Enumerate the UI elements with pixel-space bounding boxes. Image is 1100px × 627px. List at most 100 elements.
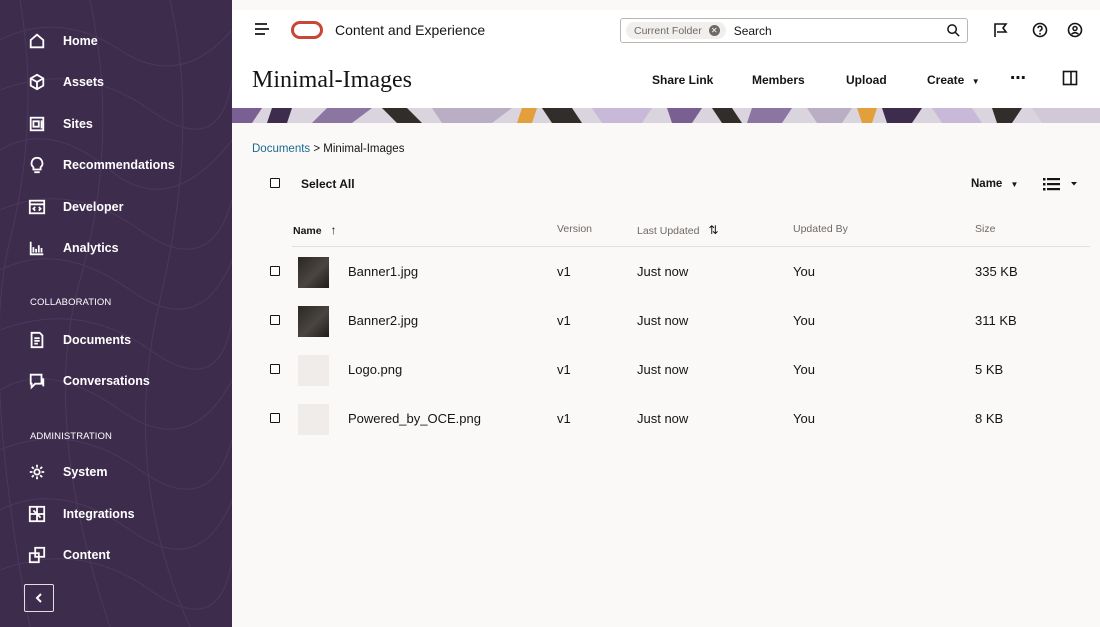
search-box: Current Folder ✕ xyxy=(620,18,968,43)
file-thumbnail[interactable] xyxy=(298,355,329,386)
file-updated-by: You xyxy=(793,264,815,279)
chevron-left-icon xyxy=(35,593,42,603)
bar-chart-icon xyxy=(26,237,48,259)
page-header: Minimal-Images Share Link Members Upload… xyxy=(232,50,1100,108)
file-last-updated: Just now xyxy=(637,313,689,328)
caret-down-icon: ▼ xyxy=(971,77,980,86)
file-thumbnail[interactable] xyxy=(298,257,329,288)
breadcrumb-separator: > xyxy=(313,143,321,155)
sidebar-item-sites[interactable]: Sites xyxy=(26,110,93,138)
file-version: v1 xyxy=(557,411,571,426)
sidebar-item-label: Home xyxy=(63,34,98,48)
file-name[interactable]: Powered_by_OCE.png xyxy=(348,411,481,426)
row-checkbox[interactable] xyxy=(270,315,280,325)
file-size: 8 KB xyxy=(975,411,1004,426)
sites-icon xyxy=(26,113,48,135)
sidebar-item-label: Analytics xyxy=(63,241,119,255)
column-header-last-updated[interactable]: Last Updated ⇅ xyxy=(637,223,718,237)
table-row[interactable]: Logo.png v1 Just now You 5 KB xyxy=(232,350,1100,390)
code-icon xyxy=(26,196,48,218)
column-header-name[interactable]: Name ↑ xyxy=(293,223,337,237)
file-updated-by: You xyxy=(793,411,815,426)
search-scope-chip[interactable]: Current Folder ✕ xyxy=(626,22,726,39)
help-icon[interactable] xyxy=(1031,21,1049,39)
flag-icon[interactable] xyxy=(992,21,1010,39)
breadcrumb-documents-link[interactable]: Documents xyxy=(252,143,310,155)
table-row[interactable]: Banner1.jpg v1 Just now You 335 KB xyxy=(232,252,1100,292)
search-icon[interactable] xyxy=(946,23,961,38)
integrations-icon xyxy=(26,503,48,525)
sidebar-item-conversations[interactable]: Conversations xyxy=(26,367,150,395)
select-all-checkbox[interactable] xyxy=(270,178,280,188)
column-header-size[interactable]: Size xyxy=(975,223,995,235)
sidebar-item-label: Developer xyxy=(63,200,124,214)
file-last-updated: Just now xyxy=(637,362,689,377)
gear-icon xyxy=(26,461,48,483)
sidebar-item-developer[interactable]: Developer xyxy=(26,193,123,221)
select-all-label[interactable]: Select All xyxy=(301,177,355,191)
sidebar-item-label: Documents xyxy=(63,333,132,347)
column-header-updated-by[interactable]: Updated By xyxy=(793,223,848,235)
row-checkbox[interactable] xyxy=(270,266,280,276)
sidebar-item-assets[interactable]: Assets xyxy=(26,68,104,96)
app-title: Content and Experience xyxy=(335,22,486,38)
file-last-updated: Just now xyxy=(637,411,689,426)
members-button[interactable]: Members xyxy=(752,73,805,87)
hamburger-menu-icon[interactable] xyxy=(254,21,270,37)
sort-toggle-icon: ⇅ xyxy=(708,223,719,237)
create-label: Create xyxy=(927,73,965,87)
search-scope-label: Current Folder xyxy=(634,24,702,37)
home-icon xyxy=(26,30,48,52)
collapse-sidebar-button[interactable] xyxy=(24,584,54,612)
sidebar-item-documents[interactable]: Documents xyxy=(26,326,131,354)
list-view-icon[interactable] xyxy=(1042,175,1082,193)
file-thumbnail[interactable] xyxy=(298,404,329,435)
upload-button[interactable]: Upload xyxy=(846,73,887,87)
row-checkbox[interactable] xyxy=(270,413,280,423)
sidebar: Home Assets Sites Recommendations Develo… xyxy=(0,0,232,627)
panel-toggle-icon[interactable] xyxy=(1062,70,1078,86)
user-profile-icon[interactable] xyxy=(1066,21,1084,39)
document-icon xyxy=(26,329,48,351)
file-size: 5 KB xyxy=(975,362,1004,377)
sidebar-item-label: Sites xyxy=(63,117,93,131)
file-version: v1 xyxy=(557,362,571,377)
file-name[interactable]: Logo.png xyxy=(348,362,402,377)
file-name[interactable]: Banner2.jpg xyxy=(348,313,418,328)
sidebar-item-system[interactable]: System xyxy=(26,458,107,486)
row-checkbox[interactable] xyxy=(270,364,280,374)
sidebar-item-analytics[interactable]: Analytics xyxy=(26,234,119,262)
sidebar-item-integrations[interactable]: Integrations xyxy=(26,500,135,528)
column-header-version[interactable]: Version xyxy=(557,223,592,235)
sidebar-item-label: Assets xyxy=(63,75,104,89)
sidebar-item-label: Integrations xyxy=(63,507,135,521)
conversation-icon xyxy=(26,370,48,392)
file-thumbnail[interactable] xyxy=(298,306,329,337)
create-button[interactable]: Create ▼ xyxy=(927,73,980,87)
sidebar-item-content[interactable]: Content xyxy=(26,541,110,569)
content-icon xyxy=(26,544,48,566)
sidebar-item-label: Recommendations xyxy=(63,158,175,172)
file-updated-by: You xyxy=(793,362,815,377)
sort-dropdown[interactable]: Name ▼ xyxy=(971,178,1018,190)
file-last-updated: Just now xyxy=(637,264,689,279)
table-row[interactable]: Powered_by_OCE.png v1 Just now You 8 KB xyxy=(232,399,1100,439)
more-options-icon[interactable]: ⋯ xyxy=(1010,68,1027,88)
search-input[interactable] xyxy=(733,23,934,38)
file-version: v1 xyxy=(557,313,571,328)
column-header-label: Last Updated xyxy=(637,225,700,237)
share-link-button[interactable]: Share Link xyxy=(652,73,713,87)
breadcrumb: Documents > Minimal-Images xyxy=(252,143,404,155)
main-content: Content and Experience Current Folder ✕ xyxy=(232,0,1100,627)
file-name[interactable]: Banner1.jpg xyxy=(348,264,418,279)
sort-label: Name xyxy=(971,178,1003,190)
sidebar-item-label: System xyxy=(63,465,108,479)
column-header-label: Name xyxy=(293,225,322,237)
clear-scope-icon[interactable]: ✕ xyxy=(708,25,720,36)
sidebar-item-recommendations[interactable]: Recommendations xyxy=(26,151,175,179)
file-version: v1 xyxy=(557,264,571,279)
lightbulb-icon xyxy=(26,154,48,176)
cube-icon xyxy=(26,71,48,93)
table-row[interactable]: Banner2.jpg v1 Just now You 311 KB xyxy=(232,301,1100,341)
sidebar-item-home[interactable]: Home xyxy=(26,27,98,55)
